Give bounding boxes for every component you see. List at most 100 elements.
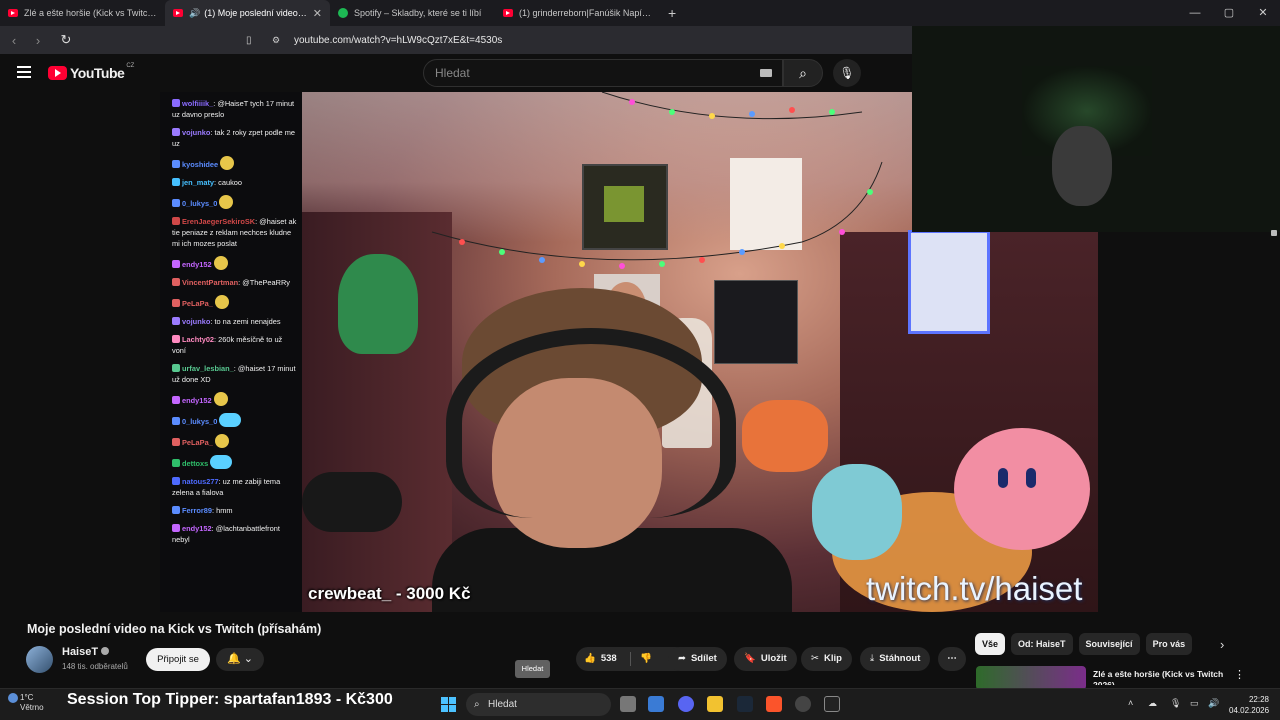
bookmark-icon[interactable]: ▯ bbox=[246, 35, 262, 46]
youtube-logo[interactable]: YouTube CZ bbox=[48, 63, 135, 81]
chevron-right-icon[interactable]: › bbox=[1220, 637, 1224, 652]
save-button[interactable]: 🔖 Uložit bbox=[734, 647, 797, 671]
chat-message: jen_maty: caukoo bbox=[172, 177, 298, 188]
forward-icon[interactable]: › bbox=[28, 33, 48, 48]
chat-message: dettoxs bbox=[172, 455, 298, 469]
weather-widget[interactable]: 1°C Větrno bbox=[8, 693, 44, 713]
back-icon[interactable]: ‹ bbox=[4, 33, 24, 48]
microphone-icon[interactable]: 🎙 bbox=[1170, 698, 1181, 709]
chat-message: ErenJaegerSekiroSK: @haiset ak tie penia… bbox=[172, 217, 297, 248]
url-field[interactable]: ▯ ⚙ youtube.com/watch?v=hLW9cQzt7xE&t=45… bbox=[246, 29, 910, 51]
chevron-down-icon: ⌄ bbox=[243, 653, 253, 665]
volume-icon[interactable]: 🔊 bbox=[1208, 698, 1219, 709]
chat-badge-icon bbox=[172, 178, 180, 186]
chat-username: 0_lukys_0 bbox=[182, 417, 218, 426]
photos-icon[interactable] bbox=[648, 696, 664, 712]
save-label: Uložit bbox=[760, 653, 787, 664]
notification-bell-button[interactable]: 🔔 ⌄ bbox=[216, 648, 264, 671]
close-tab-icon[interactable]: ✕ bbox=[313, 7, 322, 20]
chip-all[interactable]: Vše bbox=[975, 633, 1006, 655]
verified-icon bbox=[101, 647, 110, 655]
chat-message: natous277: uz me zabiji tema zelena a fi… bbox=[172, 477, 281, 497]
share-icon: ➦ bbox=[678, 653, 686, 664]
chat-username: Ferror89 bbox=[182, 506, 212, 515]
chat-badge-icon bbox=[172, 260, 180, 268]
chip-from-channel[interactable]: Od: HaiseT bbox=[1011, 633, 1073, 655]
emote-icon bbox=[220, 156, 235, 170]
search-placeholder: Hledat bbox=[435, 66, 470, 80]
channel-name[interactable]: HaiseT bbox=[62, 646, 110, 658]
download-button[interactable]: ⤓ Stáhnout bbox=[860, 647, 931, 671]
close-window-icon[interactable]: ✕ bbox=[1246, 0, 1280, 26]
maximize-icon[interactable]: ▢ bbox=[1212, 0, 1246, 26]
browser-tab-strip: Zlé a ešte horšie (Kick vs Twitch 2026) … bbox=[0, 0, 1280, 26]
browser-tab-active[interactable]: 🔊 (1) Moje poslední video na Kick vs Twi… bbox=[165, 0, 330, 26]
share-button[interactable]: ➦ Sdílet bbox=[668, 647, 727, 671]
browser-tab[interactable]: (1) grinderreborn|Fanúšik Napísal Ot... bbox=[495, 0, 660, 26]
headset bbox=[446, 328, 736, 518]
scrollbar-thumb[interactable] bbox=[1271, 230, 1277, 236]
chat-message: wolfiiiik_: @HaiseT tych 17 minut uz dav… bbox=[172, 99, 295, 119]
more-icon[interactable]: ⋮ bbox=[1234, 668, 1245, 681]
country-code: CZ bbox=[126, 63, 135, 69]
chat-username: endy152 bbox=[182, 396, 212, 405]
top-tipper-overlay: Session Top Tipper: spartafan1893 - Kč30… bbox=[67, 691, 393, 708]
webcam-overlay bbox=[912, 26, 1280, 232]
dislike-button[interactable]: 👎 bbox=[640, 647, 652, 671]
task-view-icon[interactable] bbox=[620, 696, 636, 712]
minimize-icon[interactable]: — bbox=[1178, 0, 1212, 26]
chip-for-you[interactable]: Pro vás bbox=[1145, 633, 1193, 655]
channel-avatar[interactable] bbox=[26, 646, 53, 673]
voice-search-button[interactable]: 🎙 bbox=[833, 59, 861, 87]
taskbar-search-label: Hledat bbox=[488, 699, 517, 710]
chat-username: wolfiiiik_ bbox=[182, 99, 214, 108]
recommended-thumbnail[interactable] bbox=[976, 666, 1086, 690]
reload-icon[interactable]: ↻ bbox=[56, 32, 76, 48]
join-button[interactable]: Připojit se bbox=[146, 648, 210, 671]
epic-games-icon[interactable] bbox=[824, 696, 840, 712]
chat-username: Lachty02 bbox=[182, 335, 215, 344]
new-tab-button[interactable]: + bbox=[668, 5, 676, 21]
chat-badge-icon bbox=[172, 199, 180, 207]
like-button[interactable]: 👍 538 bbox=[584, 647, 617, 671]
chat-text: @ThePeaRRy bbox=[242, 278, 291, 287]
tab-title: (1) Moje poslední video na Kick vs Twitc… bbox=[204, 8, 309, 18]
browser-tab[interactable]: Zlé a ešte horšie (Kick vs Twitch 2026) bbox=[0, 0, 165, 26]
chevron-up-icon[interactable]: ˄ bbox=[1128, 698, 1133, 708]
recommended-title[interactable]: Zlé a ešte horšie (Kick vs Twitch 2026) bbox=[1093, 669, 1233, 685]
url-text: youtube.com/watch?v=hLW9cQzt7xE&t=4530s bbox=[294, 34, 503, 46]
keyboard-icon[interactable] bbox=[760, 69, 772, 77]
search-button[interactable]: ⌕ bbox=[783, 59, 823, 87]
chat-message: vojunko: tak 2 roky zpet podle me uz bbox=[172, 128, 295, 148]
site-info-icon[interactable]: ⚙ bbox=[272, 35, 288, 46]
kirby-plush bbox=[954, 428, 1090, 550]
network-icon[interactable]: ▭ bbox=[1190, 698, 1199, 709]
menu-icon[interactable] bbox=[17, 66, 31, 78]
bookmark-icon: 🔖 bbox=[744, 653, 756, 664]
steam-icon[interactable] bbox=[737, 696, 753, 712]
channel-name-text: HaiseT bbox=[62, 646, 99, 658]
windows-start-icon[interactable] bbox=[441, 697, 456, 712]
more-actions-button[interactable]: ⋯ bbox=[938, 647, 966, 671]
temperature: 1°C bbox=[20, 693, 34, 702]
cloud-icon[interactable]: ☁ bbox=[1148, 698, 1157, 709]
clip-button[interactable]: ✂ Klip bbox=[801, 647, 852, 671]
chat-message: PeLaPa_ bbox=[172, 295, 298, 309]
taskbar-search[interactable]: ⌕ Hledat bbox=[466, 693, 611, 716]
chat-message: endy152: @lachtanbattlefront nebyl bbox=[172, 524, 280, 544]
chip-related[interactable]: Související bbox=[1078, 633, 1140, 655]
discord-icon[interactable] bbox=[678, 696, 694, 712]
search-input[interactable]: Hledat bbox=[423, 59, 783, 87]
system-clock[interactable]: 22:28 04.02.2026 bbox=[1229, 694, 1269, 716]
chat-message: kyoshidee bbox=[172, 156, 298, 170]
file-explorer-icon[interactable] bbox=[707, 696, 723, 712]
download-label: Stáhnout bbox=[879, 653, 921, 664]
speaker-icon[interactable]: 🔊 bbox=[189, 8, 200, 19]
like-count: 538 bbox=[600, 653, 617, 664]
chat-message: endy152 bbox=[172, 392, 298, 406]
brave-browser-icon[interactable] bbox=[766, 696, 782, 712]
chat-message: endy152 bbox=[172, 256, 298, 270]
youtube-icon bbox=[503, 9, 513, 17]
browser-tab[interactable]: Spotify – Skladby, které se ti líbí bbox=[330, 0, 495, 26]
obs-icon[interactable] bbox=[795, 696, 811, 712]
